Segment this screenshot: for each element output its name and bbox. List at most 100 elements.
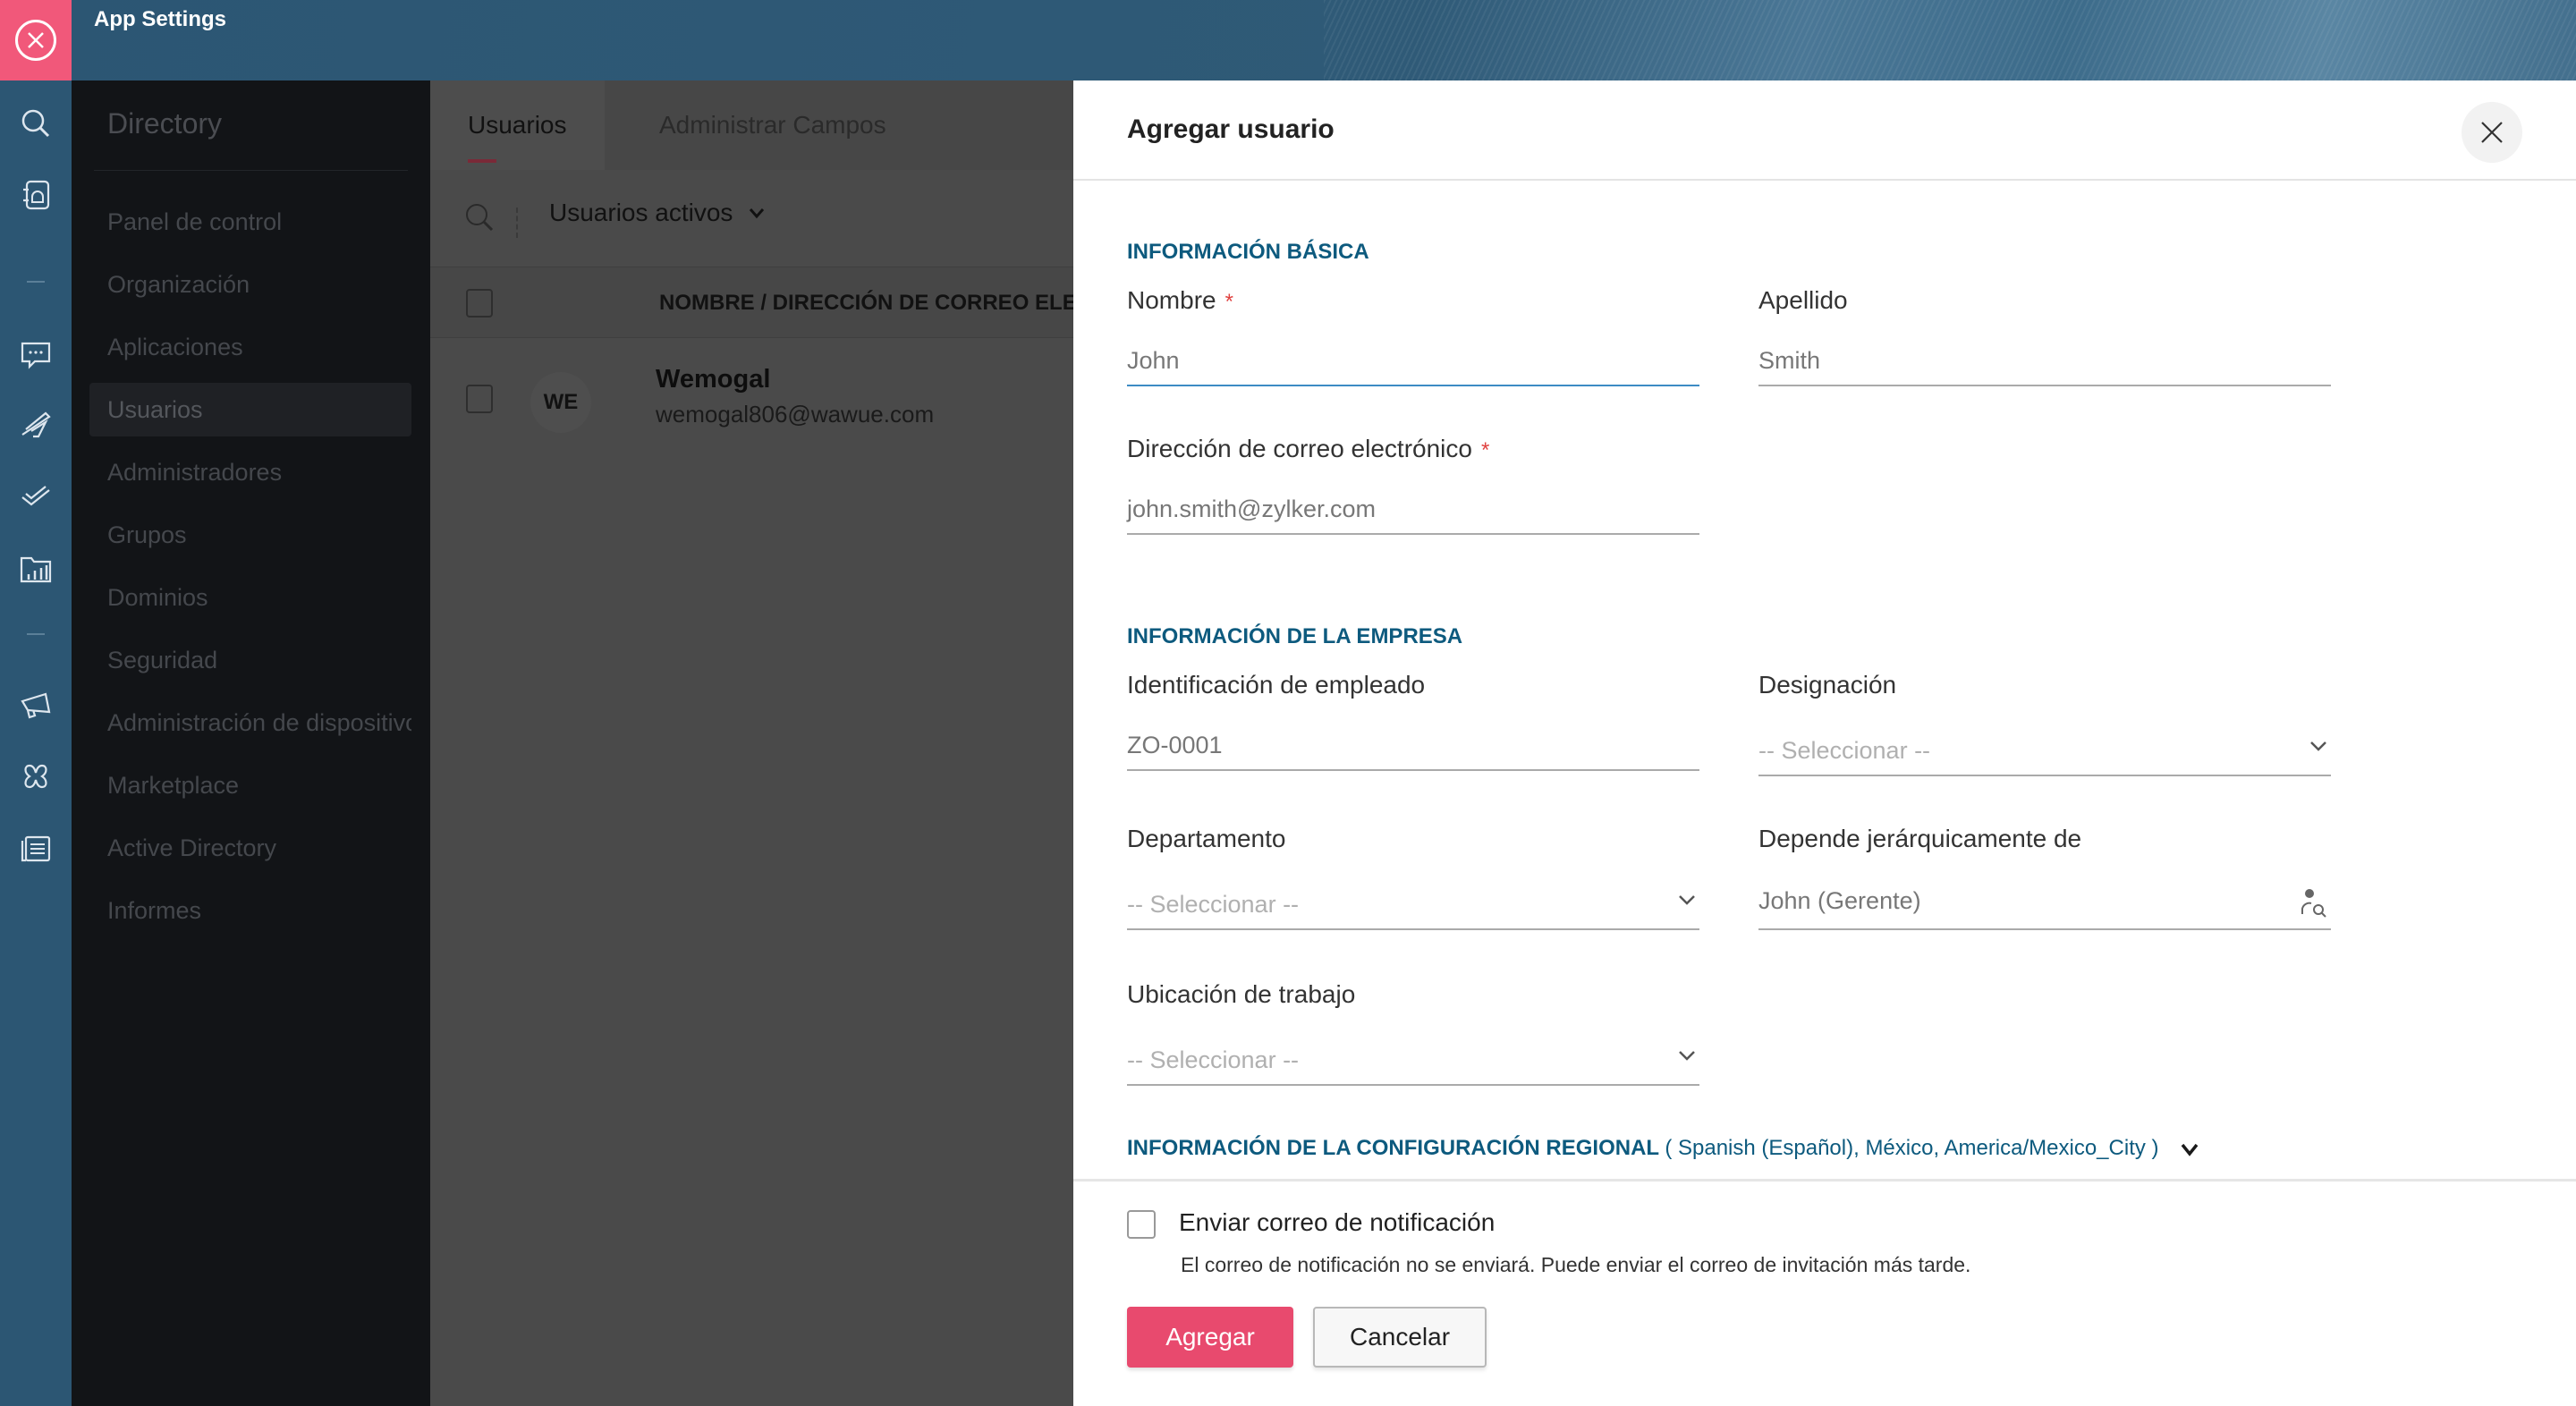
reports-to-label: Depende jerárquicamente de bbox=[1758, 825, 2082, 852]
work-location-select[interactable]: -- Seleccionar -- bbox=[1127, 1036, 1699, 1086]
employee-id-field: Identificación de empleado ZO-0001 bbox=[1127, 671, 1699, 771]
department-value: -- Seleccionar -- bbox=[1127, 890, 1300, 918]
sidebar-item-informes[interactable]: Informes bbox=[89, 884, 411, 937]
sidebar-item-administracion-dispositivos[interactable]: Administración de dispositivos bbox=[89, 696, 411, 750]
chevron-down-icon bbox=[1679, 1051, 1695, 1061]
sidebar-item-usuarios[interactable]: Usuarios bbox=[89, 383, 411, 436]
sidebar: Directory Panel de control Organización … bbox=[72, 80, 430, 1406]
last-name-label: Apellido bbox=[1758, 286, 1848, 314]
column-header-name-email[interactable]: NOMBRE / DIRECCIÓN DE CORREO ELECTRÓNICO bbox=[659, 291, 1073, 316]
filter-bar: Usuarios activos bbox=[430, 170, 1073, 267]
required-mark: * bbox=[1480, 438, 1490, 462]
user-filter-dropdown[interactable]: Usuarios activos bbox=[549, 199, 765, 227]
notification-hint: El correo de notificación no se enviará.… bbox=[1181, 1253, 1971, 1276]
documents-icon[interactable] bbox=[16, 828, 55, 868]
row-checkbox[interactable] bbox=[466, 385, 493, 413]
user-search-icon[interactable] bbox=[2299, 887, 2327, 918]
section-company-info: INFORMACIÓN DE LA EMPRESA bbox=[1127, 624, 1463, 648]
reports-to-input[interactable]: John (Gerente) bbox=[1758, 873, 2331, 930]
search-icon[interactable] bbox=[16, 104, 55, 143]
designation-select[interactable]: -- Seleccionar -- bbox=[1758, 726, 2331, 776]
first-name-label: Nombre bbox=[1127, 286, 1216, 314]
send-notification-checkbox[interactable] bbox=[1127, 1210, 1156, 1239]
plane-icon[interactable] bbox=[16, 406, 55, 445]
chevron-down-icon[interactable] bbox=[2181, 1142, 2199, 1156]
add-button[interactable]: Agregar bbox=[1127, 1307, 1293, 1368]
search-icon[interactable] bbox=[464, 202, 495, 237]
designation-field: Designación -- Seleccionar -- bbox=[1758, 671, 2331, 776]
rail-separator bbox=[27, 633, 45, 635]
sidebar-item-grupos[interactable]: Grupos bbox=[89, 508, 411, 562]
regional-summary: ( Spanish (Español), México, America/Mex… bbox=[1665, 1136, 2159, 1160]
users-page: Usuarios Administrar Campos Usuarios act… bbox=[430, 80, 1073, 1406]
reports-to-field: Depende jerárquicamente de John (Gerente… bbox=[1758, 825, 2331, 930]
department-field: Departamento -- Seleccionar -- bbox=[1127, 825, 1699, 930]
sidebar-item-seguridad[interactable]: Seguridad bbox=[89, 633, 411, 687]
chevron-down-icon bbox=[750, 208, 765, 219]
reports-to-value: John (Gerente) bbox=[1758, 886, 1921, 914]
user-email: wemogal806@wawue.com bbox=[656, 401, 935, 428]
designation-value: -- Seleccionar -- bbox=[1758, 736, 1931, 764]
department-label: Departamento bbox=[1127, 825, 1286, 852]
email-field: Dirección de correo electrónico * john.sm… bbox=[1127, 435, 1699, 535]
user-name[interactable]: Wemogal bbox=[656, 365, 770, 394]
cancel-button[interactable]: Cancelar bbox=[1313, 1307, 1487, 1368]
sidebar-item-dominios[interactable]: Dominios bbox=[89, 571, 411, 624]
filter-divider bbox=[516, 208, 518, 238]
tab-usuarios[interactable]: Usuarios bbox=[430, 80, 605, 170]
work-location-field: Ubicación de trabajo -- Seleccionar -- bbox=[1127, 980, 1699, 1086]
last-name-input[interactable]: Smith bbox=[1758, 336, 2331, 386]
header-pattern bbox=[1324, 0, 2576, 80]
email-label: Dirección de correo electrónico bbox=[1127, 435, 1472, 462]
work-location-value: -- Seleccionar -- bbox=[1127, 1046, 1300, 1073]
tab-bar: Usuarios Administrar Campos bbox=[430, 80, 1073, 170]
checkmarks-icon[interactable] bbox=[16, 478, 55, 517]
required-mark: * bbox=[1224, 290, 1233, 314]
chat-icon[interactable] bbox=[16, 335, 55, 374]
first-name-field: Nombre * John bbox=[1127, 286, 1699, 386]
rail-separator bbox=[27, 281, 45, 283]
table-row[interactable]: WE Wemogal wemogal806@wawue.com bbox=[430, 338, 1073, 463]
sidebar-item-aplicaciones[interactable]: Aplicaciones bbox=[89, 320, 411, 374]
email-input[interactable]: john.smith@zylker.com bbox=[1127, 485, 1699, 535]
section-regional-settings[interactable]: INFORMACIÓN DE LA CONFIGURACIÓN REGIONAL… bbox=[1127, 1136, 2199, 1161]
top-bar bbox=[0, 0, 2576, 80]
address-book-icon[interactable] bbox=[16, 175, 55, 215]
work-location-label: Ubicación de trabajo bbox=[1127, 980, 1356, 1008]
department-select[interactable]: -- Seleccionar -- bbox=[1127, 880, 1699, 930]
table-header: NOMBRE / DIRECCIÓN DE CORREO ELECTRÓNICO bbox=[430, 267, 1073, 338]
select-all-checkbox[interactable] bbox=[466, 289, 493, 318]
sidebar-item-organizacion[interactable]: Organización bbox=[89, 258, 411, 311]
user-filter-label: Usuarios activos bbox=[549, 199, 733, 226]
close-modal-button[interactable] bbox=[2462, 102, 2522, 163]
modal-footer: Enviar correo de notificación El correo … bbox=[1073, 1179, 2576, 1406]
designation-label: Designación bbox=[1758, 671, 1897, 699]
modal-title: Agregar usuario bbox=[1127, 114, 1335, 144]
sidebar-title: Directory bbox=[107, 107, 223, 140]
chevron-down-icon bbox=[1679, 895, 1695, 905]
close-icon bbox=[2481, 122, 2503, 143]
modal-header: Agregar usuario bbox=[1073, 80, 2576, 181]
close-app-button[interactable] bbox=[0, 0, 72, 80]
megaphone-icon[interactable] bbox=[16, 685, 55, 724]
sidebar-item-panel-de-control[interactable]: Panel de control bbox=[89, 195, 411, 249]
avatar: WE bbox=[530, 372, 591, 433]
send-notification-label[interactable]: Enviar correo de notificación bbox=[1179, 1208, 1495, 1237]
sidebar-item-active-directory[interactable]: Active Directory bbox=[89, 821, 411, 875]
last-name-field: Apellido Smith bbox=[1758, 286, 2331, 386]
tab-administrar-campos[interactable]: Administrar Campos bbox=[659, 80, 886, 170]
add-user-panel: Agregar usuario INFORMACIÓN BÁSICA Nombr… bbox=[1073, 80, 2576, 1406]
icon-rail bbox=[0, 80, 72, 1406]
folder-chart-icon[interactable] bbox=[16, 549, 55, 589]
app-title: App Settings bbox=[94, 7, 226, 31]
sidebar-item-marketplace[interactable]: Marketplace bbox=[89, 758, 411, 812]
employee-id-input[interactable]: ZO-0001 bbox=[1127, 721, 1699, 771]
chevron-down-icon bbox=[2310, 741, 2326, 751]
sidebar-item-administradores[interactable]: Administradores bbox=[89, 445, 411, 499]
first-name-input[interactable]: John bbox=[1127, 336, 1699, 386]
regional-heading: INFORMACIÓN DE LA CONFIGURACIÓN REGIONAL bbox=[1127, 1136, 1659, 1160]
close-circle-icon bbox=[15, 20, 56, 61]
employee-id-label: Identificación de empleado bbox=[1127, 671, 1426, 699]
puzzle-icon[interactable] bbox=[16, 757, 55, 796]
section-basic-info: INFORMACIÓN BÁSICA bbox=[1127, 240, 1369, 264]
